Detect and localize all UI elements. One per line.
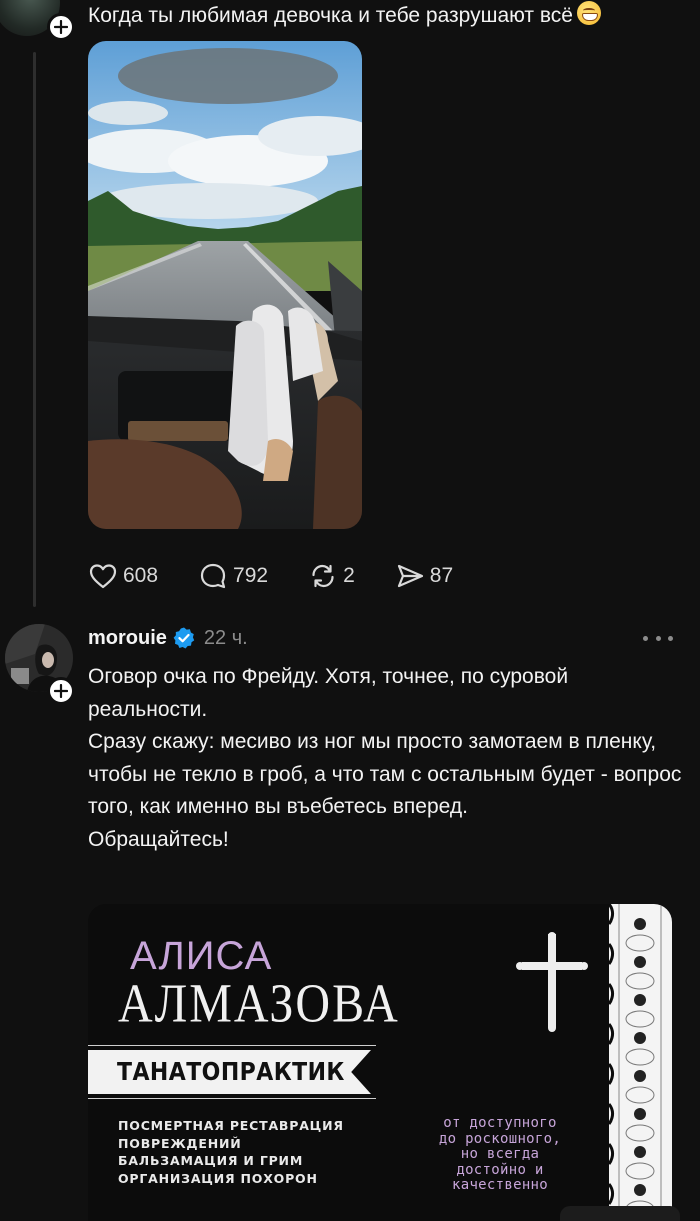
- post1-video[interactable]: [88, 41, 362, 529]
- tagline-line: от доступного: [443, 1115, 557, 1131]
- follow-plus-icon[interactable]: [47, 13, 75, 41]
- comment-button[interactable]: 792: [198, 559, 268, 593]
- next-image-preview[interactable]: [560, 1206, 680, 1221]
- tagline-line: качественно: [451, 1177, 549, 1193]
- tagline-line: достойно и: [456, 1161, 544, 1178]
- shares-count: 87: [429, 564, 454, 587]
- post-time: 22 ч.: [203, 626, 248, 649]
- like-button[interactable]: 608: [88, 559, 158, 593]
- card-services: ПОСМЕРТНАЯ РЕСТАВРАЦИЯ ПОВРЕЖДЕНИЙ БАЛЬЗ…: [118, 1117, 344, 1187]
- card-tagline: от доступного до роскошного, но всегда д…: [410, 1115, 590, 1194]
- verified-badge-icon: [173, 627, 195, 649]
- card-last-name: АЛМАЗОВА: [118, 973, 400, 1034]
- card-title-banner: ТАНАТОПРАКТИК: [88, 1050, 371, 1094]
- share-button[interactable]: 87: [395, 559, 453, 593]
- comments-count: 792: [233, 564, 269, 587]
- tagline-line: но всегда: [460, 1146, 540, 1162]
- more-options-icon[interactable]: [643, 624, 673, 652]
- post1-caption: Когда ты любимая девочка и тебе разрушаю…: [88, 4, 573, 27]
- service-line: ОРГАНИЗАЦИЯ ПОХОРОН: [118, 1170, 318, 1186]
- comment-icon: [200, 563, 226, 589]
- send-icon: [397, 564, 423, 588]
- card-title: ТАНАТОПРАКТИК: [117, 1057, 345, 1086]
- post2-image-business-card[interactable]: АЛИСА АЛМАЗОВА ТАНАТОПРАКТИК ПОСМЕРТНАЯ …: [88, 904, 672, 1221]
- likes-count: 608: [123, 564, 159, 587]
- reposts-count: 2: [343, 564, 355, 587]
- follow-plus-icon-2[interactable]: [47, 677, 75, 705]
- post1-actions: 608 792 2 87: [88, 559, 493, 593]
- tagline-line: до роскошного,: [438, 1130, 562, 1147]
- heart-icon: [89, 564, 117, 589]
- repost-icon: [312, 564, 334, 588]
- post2-paragraph: Обращайтесь!: [88, 827, 229, 851]
- grinning-face-emoji-icon: [576, 1, 601, 25]
- thread-line: [33, 52, 36, 607]
- service-line: БАЛЬЗАМАЦИЯ И ГРИМ: [118, 1153, 304, 1168]
- post2-text: Оговор очка по Фрейду. Хотя, точнее, по …: [88, 661, 688, 856]
- lace-border-decoration: [609, 904, 672, 1221]
- post1-text: Когда ты любимая девочка и тебе разрушаю…: [88, 1, 601, 30]
- post2-paragraph: Оговор очка по Фрейду. Хотя, точнее, по …: [88, 665, 569, 721]
- post2-header: morouie 22 ч.: [88, 624, 248, 652]
- service-line: ПОВРЕЖДЕНИЙ: [118, 1135, 242, 1151]
- post2-paragraph: Сразу скажу: месиво из ног мы просто зам…: [88, 730, 682, 818]
- cross-icon: [516, 932, 588, 1032]
- username[interactable]: morouie: [88, 627, 167, 650]
- service-line: ПОСМЕРТНАЯ РЕСТАВРАЦИЯ: [118, 1118, 344, 1133]
- repost-button[interactable]: 2: [308, 559, 355, 593]
